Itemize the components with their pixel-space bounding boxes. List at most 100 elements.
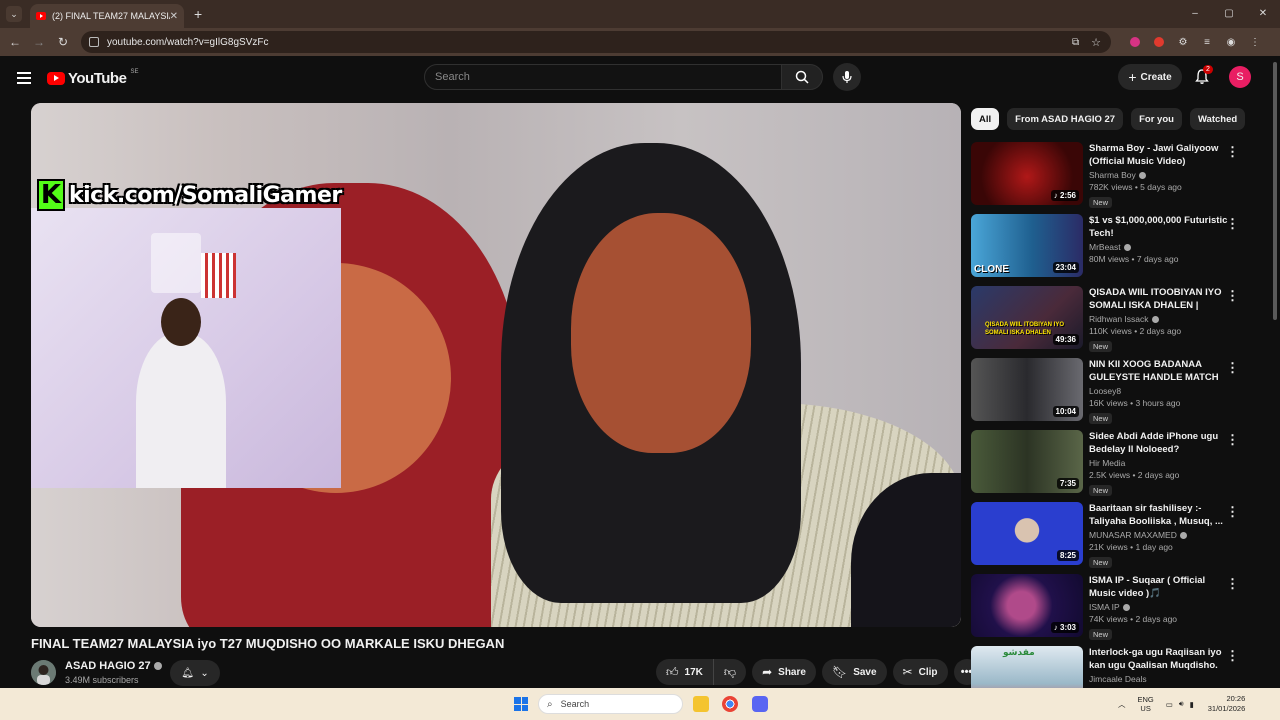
url-text[interactable]: youtube.com/watch?v=gIlG8gSVzFc [107, 37, 1072, 48]
recommendation-meta: 21K views • 1 day ago [1089, 542, 1173, 552]
create-button[interactable]: + Create [1118, 64, 1182, 90]
extension-1-icon[interactable] [1130, 37, 1140, 47]
recommendation-channel[interactable]: Hir Media [1089, 458, 1125, 468]
windows-start-icon[interactable] [514, 697, 528, 711]
recommendation-channel[interactable]: ISMA IP [1089, 602, 1120, 612]
more-options-icon[interactable]: ⋮ [1226, 144, 1239, 160]
video-thumbnail[interactable]: QISADA WIIL ITOBIYAN IYO SOMALI ISKA DHA… [971, 286, 1083, 349]
video-thumbnail[interactable]: ♪ 3:03 [971, 574, 1083, 637]
battery-icon[interactable]: ▮ [1190, 700, 1194, 709]
reload-icon[interactable]: ↻ [51, 35, 75, 49]
tab-search-button[interactable]: ⌄ [6, 6, 22, 22]
recommendation-channel[interactable]: Ridhwan Issack [1089, 314, 1149, 324]
video-thumbnail[interactable]: 10:04 [971, 358, 1083, 421]
chip-from-channel[interactable]: From ASAD HAGIO 27 [1007, 108, 1124, 130]
maximize-button[interactable]: ▢ [1212, 0, 1246, 28]
youtube-logo[interactable]: YouTube SE [47, 69, 138, 87]
recommendation-channel[interactable]: Loosey8 [1089, 386, 1121, 396]
more-options-icon[interactable]: ⋮ [1226, 576, 1239, 592]
recommendation-item[interactable]: ♪ 3:03 ISMA IP - Suqaar ( Official Music… [971, 574, 1261, 646]
video-thumbnail[interactable]: CLONE 23:04 [971, 214, 1083, 277]
more-options-icon[interactable]: ⋮ [1226, 360, 1239, 376]
recommendation-item[interactable]: QISADA WIIL ITOBIYAN IYO SOMALI ISKA DHA… [971, 286, 1261, 358]
recommendation-title[interactable]: $1 vs $1,000,000,000 Futuristic Tech! [1089, 214, 1229, 240]
recommendation-channel[interactable]: Jimcaale Deals [1089, 674, 1147, 684]
network-icon[interactable]: ▭ [1166, 700, 1173, 709]
forward-arrow-icon[interactable]: → [27, 35, 51, 49]
chrome-icon[interactable] [722, 696, 738, 712]
video-thumbnail[interactable]: 8:25 [971, 502, 1083, 565]
like-count: 17K [684, 666, 703, 678]
video-thumbnail[interactable]: 7:35 [971, 430, 1083, 493]
file-explorer-icon[interactable] [693, 696, 709, 712]
duration-badge: ♪ 3:03 [1050, 622, 1079, 633]
video-thumbnail[interactable]: ♪ 2:56 [971, 142, 1083, 205]
more-options-icon[interactable]: ⋮ [1226, 648, 1239, 664]
recommendation-item[interactable]: 7:35 Sidee Abdi Adde iPhone ugu Bedelay … [971, 430, 1261, 502]
bookmark-star-icon[interactable]: ☆ [1091, 36, 1101, 49]
volume-icon[interactable]: 🔊︎ [1179, 699, 1184, 709]
recommendation-item[interactable]: 8:25 Baaritaan sir fashilisey :- Taliyah… [971, 502, 1261, 574]
recommendation-item[interactable]: 10:04 NIN KII XOOG BADANAA GULEYSTE HAND… [971, 358, 1261, 430]
profile-icon[interactable]: ◉ [1219, 37, 1243, 48]
like-button[interactable]: 👍︎ 17K [656, 659, 714, 685]
more-options-icon[interactable]: ⋮ [1226, 288, 1239, 304]
taskbar-clock[interactable]: 20:26 31/01/2026 [1208, 694, 1246, 714]
chip-for-you[interactable]: For you [1131, 108, 1182, 130]
clip-button[interactable]: ✂ Clip [892, 659, 948, 685]
recommendation-title[interactable]: QISADA WIIL ITOOBIYAN IYO SOMALI ISKA DH… [1089, 286, 1229, 312]
voice-search-button[interactable] [833, 63, 861, 91]
close-window-button[interactable]: ✕ [1246, 0, 1280, 28]
extension-2-icon[interactable] [1154, 37, 1164, 47]
taskbar-search-input[interactable]: ⌕ Search [538, 694, 683, 714]
channel-name-row[interactable]: ASAD HAGIO 27 [65, 660, 162, 672]
recommendation-item[interactable]: ♪ 2:56 Sharma Boy - Jawi Galiyoow (Offic… [971, 142, 1261, 214]
recommendation-channel[interactable]: MrBeast [1089, 242, 1121, 252]
channel-name[interactable]: ASAD HAGIO 27 [65, 660, 151, 672]
tray-overflow-chevron-icon[interactable]: ︿ [1118, 699, 1126, 710]
language-indicator[interactable]: ENG US [1138, 695, 1154, 713]
subscription-bell-button[interactable]: 🔔︎ ⌄ [170, 660, 220, 686]
site-info-icon[interactable] [89, 37, 99, 47]
new-tab-button[interactable]: + [194, 6, 202, 22]
video-player[interactable]: K kick.com/SomaliGamer [31, 103, 961, 627]
thumbnail-text: CLONE [974, 264, 1009, 275]
recommendation-title[interactable]: Sidee Abdi Adde iPhone ugu Bedelay Il No… [1089, 430, 1229, 456]
scissors-icon: ✂ [902, 665, 913, 679]
filter-chips: All From ASAD HAGIO 27 For you Watched [971, 108, 1253, 130]
plus-icon: + [1128, 69, 1137, 85]
tab-close-icon[interactable]: ✕ [170, 11, 178, 22]
back-arrow-icon[interactable]: ← [3, 35, 27, 49]
dislike-button[interactable]: 👎︎ [713, 659, 747, 685]
recommendation-meta: 16K views • 3 hours ago [1089, 398, 1181, 408]
browser-menu-icon[interactable]: ⋮ [1243, 37, 1267, 48]
install-app-icon[interactable]: ⧉ [1072, 37, 1079, 48]
account-avatar[interactable]: S [1229, 66, 1251, 88]
page-scrollbar-thumb[interactable] [1273, 62, 1277, 320]
chip-all[interactable]: All [971, 108, 1000, 130]
recommendation-title[interactable]: Interlock-ga ugu Raqiisan iyo kan ugu Qa… [1089, 646, 1229, 672]
recommendation-item[interactable]: CLONE 23:04 $1 vs $1,000,000,000 Futuris… [971, 214, 1261, 286]
more-options-icon[interactable]: ⋮ [1226, 432, 1239, 448]
recommendation-channel[interactable]: Sharma Boy [1089, 170, 1136, 180]
menu-hamburger-icon[interactable] [17, 72, 31, 84]
more-options-icon[interactable]: ⋮ [1226, 216, 1239, 232]
chip-watched[interactable]: Watched [1189, 108, 1246, 130]
recommendation-title[interactable]: Baaritaan sir fashilisey :- Taliyaha Boo… [1089, 502, 1229, 528]
media-controls-icon[interactable]: ≡ [1195, 37, 1219, 48]
extensions-puzzle-icon[interactable]: ⚙ [1171, 37, 1195, 48]
recommendation-title[interactable]: ISMA IP - Suqaar ( Official Music video … [1089, 574, 1229, 600]
channel-avatar[interactable] [31, 660, 56, 685]
share-button[interactable]: ➦ Share [752, 659, 816, 685]
more-options-icon[interactable]: ⋮ [1226, 504, 1239, 520]
save-button[interactable]: 🔖︎ Save [821, 659, 887, 685]
discord-icon[interactable] [752, 696, 768, 712]
address-bar[interactable]: youtube.com/watch?v=gIlG8gSVzFc ⧉ ☆ [81, 31, 1111, 53]
search-input[interactable]: Search [424, 64, 782, 90]
recommendation-channel[interactable]: MUNASAR MAXAMED [1089, 530, 1177, 540]
search-button[interactable] [781, 64, 823, 90]
browser-tab[interactable]: (2) FINAL TEAM27 MALAYSIA iy ✕ [30, 4, 184, 28]
recommendation-title[interactable]: NIN KII XOOG BADANAA GULEYSTE HANDLE MAT… [1089, 358, 1229, 384]
recommendation-title[interactable]: Sharma Boy - Jawi Galiyoow (Official Mus… [1089, 142, 1229, 168]
minimize-button[interactable]: – [1178, 0, 1212, 28]
